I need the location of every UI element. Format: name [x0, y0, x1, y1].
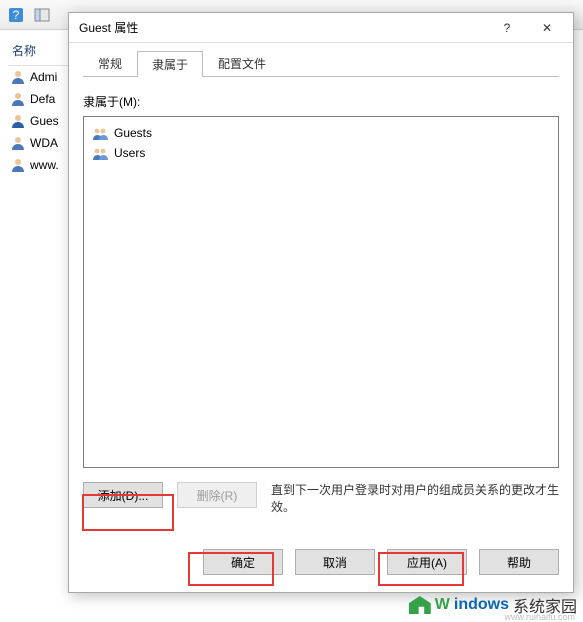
list-column-header[interactable]: 名称 [8, 34, 68, 66]
dialog-body: 常规 隶属于 配置文件 隶属于(M): Guests Users 添加(D)..… [69, 43, 573, 542]
user-icon [10, 113, 26, 129]
memberof-listbox[interactable]: Guests Users [83, 116, 559, 468]
listbox-actions-row: 添加(D)... 删除(R) 直到下一次用户登录时对用户的组成员关系的更改才生效… [83, 482, 559, 517]
add-button[interactable]: 添加(D)... [83, 482, 163, 508]
list-item[interactable]: Admi [8, 66, 68, 88]
group-name: Guests [114, 126, 152, 140]
memberof-label: 隶属于(M): [83, 93, 559, 110]
close-button[interactable]: ✕ [527, 14, 567, 42]
cancel-button[interactable]: 取消 [295, 549, 375, 575]
help-button[interactable]: 帮助 [479, 549, 559, 575]
help-square-icon: ? [8, 7, 24, 23]
dialog-titlebar[interactable]: Guest 属性 ? ✕ [69, 13, 573, 43]
context-help-button[interactable]: ? [487, 14, 527, 42]
svg-text:?: ? [13, 8, 20, 22]
user-icon [10, 157, 26, 173]
titlebar-controls: ? ✕ [487, 14, 567, 42]
group-icon [92, 145, 108, 161]
list-item-label: Gues [30, 114, 59, 128]
watermark-logo-icon [409, 596, 431, 614]
remove-button: 删除(R) [177, 482, 257, 508]
tab-memberof-content: 隶属于(M): Guests Users 添加(D)... 删除(R) 直到下一… [83, 77, 559, 538]
user-icon [10, 91, 26, 107]
group-icon [92, 125, 108, 141]
list-item-label: WDA [30, 136, 58, 150]
background-users-list: 名称 Admi Defa Gues WDA www. [8, 34, 68, 176]
group-row[interactable]: Users [88, 143, 554, 163]
list-item[interactable]: Defa [8, 88, 68, 110]
list-item[interactable]: WDA [8, 132, 68, 154]
tab-general[interactable]: 常规 [83, 50, 137, 76]
list-item[interactable]: www. [8, 154, 68, 176]
close-icon: ✕ [542, 21, 552, 35]
hint-text: 直到下一次用户登录时对用户的组成员关系的更改才生效。 [271, 482, 559, 517]
apply-button[interactable]: 应用(A) [387, 549, 467, 575]
watermark-w: W [435, 596, 450, 614]
user-icon [10, 135, 26, 151]
tab-memberof[interactable]: 隶属于 [137, 51, 203, 77]
list-item-label: Defa [30, 92, 55, 106]
user-icon [10, 69, 26, 85]
properties-dialog: Guest 属性 ? ✕ 常规 隶属于 配置文件 隶属于(M): Guests … [68, 12, 574, 593]
panel-layout-icon [34, 7, 50, 23]
group-row[interactable]: Guests [88, 123, 554, 143]
help-toolbar-button[interactable]: ? [4, 3, 28, 27]
list-item-label: www. [30, 158, 59, 172]
group-name: Users [114, 146, 145, 160]
dialog-footer: 确定 取消 应用(A) 帮助 [69, 542, 573, 592]
list-item[interactable]: Gues [8, 110, 68, 132]
dialog-title: Guest 属性 [79, 19, 487, 36]
help-icon: ? [504, 21, 511, 35]
ok-button[interactable]: 确定 [203, 549, 283, 575]
tabstrip: 常规 隶属于 配置文件 [83, 51, 559, 77]
tab-profile[interactable]: 配置文件 [203, 50, 281, 76]
list-item-label: Admi [30, 70, 57, 84]
watermark-brand1: indows [454, 596, 509, 614]
panel-toolbar-button[interactable] [30, 3, 54, 27]
